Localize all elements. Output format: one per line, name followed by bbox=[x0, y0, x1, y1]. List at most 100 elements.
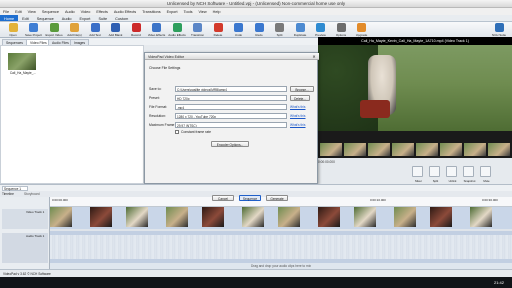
menu-item[interactable]: View bbox=[25, 8, 39, 14]
filmstrip-frame bbox=[368, 143, 390, 156]
control-label: Mixer bbox=[415, 178, 422, 183]
menu-item[interactable]: Tools bbox=[181, 8, 196, 14]
ribbon-tab-suite[interactable]: Suite bbox=[95, 15, 112, 21]
delete-preset-button[interactable]: Delete... bbox=[290, 95, 310, 101]
overlay-button[interactable]: Cancel bbox=[212, 195, 234, 201]
menu-item[interactable]: Sequence bbox=[39, 8, 62, 14]
toolbar-button[interactable]: Duplicate bbox=[291, 23, 309, 37]
export-video-icon bbox=[49, 23, 59, 32]
control-label: Split bbox=[432, 178, 439, 183]
bin-tab[interactable]: Sequences bbox=[2, 39, 27, 45]
record-icon bbox=[131, 23, 141, 32]
toolbar-button[interactable]: Transition bbox=[189, 23, 207, 37]
menu-item[interactable]: Video bbox=[78, 8, 94, 14]
toolbar-label: Add File(s) bbox=[67, 32, 82, 37]
file-format-label: File Format: bbox=[149, 105, 168, 109]
constant-frame-rate-checkbox[interactable] bbox=[175, 130, 179, 134]
toolbar-button[interactable]: Undo bbox=[230, 23, 248, 37]
video-preview[interactable]: Cali_Ha_Mayte_Kevin_Cali_Ha_Mayte_1A710.… bbox=[318, 37, 512, 141]
toolbar-button[interactable]: Save Project bbox=[25, 23, 43, 37]
toolbar-label: Open bbox=[9, 32, 17, 37]
video-clip-frame bbox=[242, 207, 264, 227]
control-button[interactable]: Split bbox=[429, 166, 440, 183]
video-clip-frame bbox=[430, 207, 452, 227]
audio-effects-icon bbox=[172, 23, 182, 32]
toolbar-button[interactable]: Video Effects bbox=[148, 23, 166, 37]
clip-thumbnail[interactable] bbox=[8, 53, 36, 70]
menu-item[interactable]: Audio Effects bbox=[111, 8, 139, 14]
toolbar-label: Video Effects bbox=[147, 32, 166, 37]
toolbar-button[interactable]: Record bbox=[127, 23, 145, 37]
ribbon-tab-custom[interactable]: Custom bbox=[111, 15, 132, 21]
menu-item[interactable]: File bbox=[0, 8, 12, 14]
file-format-select[interactable]: .mp4 bbox=[175, 104, 287, 110]
preset-select[interactable]: HD 720p bbox=[175, 95, 287, 101]
toolbar-label: Split bbox=[276, 32, 283, 37]
dialog-title: VideoPad Video Editor bbox=[145, 53, 319, 60]
menu-item[interactable]: Transitions bbox=[139, 8, 163, 14]
preset-label: Preset: bbox=[149, 96, 160, 100]
audio-track[interactable] bbox=[50, 231, 512, 263]
ribbon-tab-home[interactable]: Home bbox=[0, 15, 19, 21]
filmstrip-frame bbox=[440, 143, 462, 156]
ribbon-tab-export[interactable]: Export bbox=[76, 15, 95, 21]
status-text: VideoPad v 3.62 © NCH Software bbox=[3, 272, 51, 276]
menu-item[interactable]: Audio bbox=[62, 8, 78, 14]
upgrade-icon bbox=[357, 23, 366, 32]
undo-icon bbox=[234, 23, 243, 32]
ribbon-tab-audio[interactable]: Audio bbox=[58, 15, 76, 21]
toolbar-button[interactable]: Add File(s) bbox=[66, 23, 84, 37]
menu-item[interactable]: Effects bbox=[93, 8, 111, 14]
control-button[interactable]: Mixer bbox=[412, 166, 423, 183]
frame-rate-select[interactable]: 29.97 (NTSC) bbox=[175, 122, 287, 128]
menu-item[interactable]: Edit bbox=[12, 8, 25, 14]
encoder-options-button[interactable]: Encoder Options... bbox=[211, 141, 249, 147]
toolbar-label: Upgrade bbox=[355, 32, 368, 37]
toolbar-button[interactable]: Open bbox=[4, 23, 22, 37]
overlay-button[interactable]: Generate bbox=[266, 195, 288, 201]
save-to-field[interactable]: C:\Users\pasilite videos\MRBlamp4 bbox=[175, 86, 287, 92]
menu-item[interactable]: View bbox=[195, 8, 209, 14]
add-file-icon bbox=[70, 23, 79, 32]
toolbar-label: Preview bbox=[315, 32, 326, 37]
video-clip-frame bbox=[50, 207, 72, 227]
whats-this-link[interactable]: What's this bbox=[290, 123, 306, 127]
video-track[interactable] bbox=[50, 207, 512, 229]
ruler-start: 0:00:00.000 bbox=[52, 198, 68, 202]
toolbar-button[interactable]: Add Blank bbox=[107, 23, 125, 37]
video-clip-frame bbox=[394, 207, 416, 227]
audio-track-header[interactable]: Audio Track 1 bbox=[2, 233, 48, 263]
nch-suite-icon bbox=[494, 23, 504, 32]
toolbar-button[interactable]: Split bbox=[271, 23, 289, 37]
menu-item[interactable]: Help bbox=[210, 8, 224, 14]
close-icon[interactable]: ✕ bbox=[311, 54, 317, 59]
toolbar-button[interactable]: Preview bbox=[312, 23, 330, 37]
toolbar-button[interactable]: Upgrade bbox=[353, 23, 371, 37]
toolbar-button[interactable]: Redo bbox=[250, 23, 268, 37]
browse-button[interactable]: Browse... bbox=[290, 86, 314, 92]
filmstrip[interactable] bbox=[318, 141, 512, 158]
whats-this-link[interactable]: What's this bbox=[290, 105, 306, 109]
ribbon-tab-edit[interactable]: Edit bbox=[18, 15, 33, 21]
toolbar-button[interactable]: Export Video bbox=[45, 23, 63, 37]
overlay-button[interactable]: Sequence bbox=[239, 195, 261, 201]
resolution-select[interactable]: 1280 x 720 - YouTube 720p bbox=[175, 113, 287, 119]
bin-tab[interactable]: Video Files bbox=[26, 39, 51, 45]
toolbar-button[interactable]: NCH Suite bbox=[490, 23, 508, 37]
toolbar-label: Add Text bbox=[89, 32, 101, 37]
toolbar-button[interactable]: Audio Effects bbox=[168, 23, 186, 37]
video-track-header[interactable]: Video Track 1 bbox=[2, 209, 48, 229]
control-button[interactable]: Snapshot bbox=[463, 166, 475, 183]
clip-name[interactable]: Cali_Ha_Mayte_... bbox=[3, 71, 43, 75]
toolbar-label: NCH Suite bbox=[491, 32, 507, 37]
toolbar-button[interactable]: Delete bbox=[209, 23, 227, 37]
bin-tab[interactable]: Images bbox=[70, 39, 90, 45]
control-button[interactable]: Unlink bbox=[446, 166, 457, 183]
toolbar-button[interactable]: Add Text bbox=[86, 23, 104, 37]
control-button[interactable]: Mute bbox=[480, 166, 491, 183]
clock: 21:42 bbox=[493, 280, 504, 285]
toolbar-button[interactable]: Options bbox=[332, 23, 350, 37]
menu-item[interactable]: Export bbox=[164, 8, 181, 14]
whats-this-link[interactable]: What's this bbox=[290, 114, 306, 118]
ribbon-tab-sequence[interactable]: Sequence bbox=[33, 15, 58, 21]
